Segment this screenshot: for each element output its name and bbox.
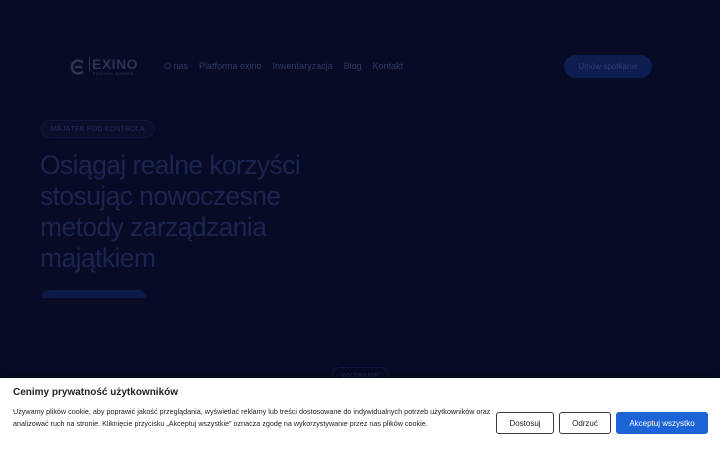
nav-item-o-nas[interactable]: O nas xyxy=(164,61,188,71)
nav-item-platforma[interactable]: Platforma exino xyxy=(199,61,262,71)
hero-button[interactable] xyxy=(41,290,147,298)
main-nav: O nas Platforma exino Inwentaryzacja Blo… xyxy=(164,61,414,71)
cookie-consent-banner: Cenimy prywatność użytkowników Używamy p… xyxy=(0,378,720,450)
nav-item-inwentaryzacja[interactable]: Inwentaryzacja xyxy=(273,61,333,71)
customize-button[interactable]: Dostosuj xyxy=(496,412,554,434)
cookie-banner-text: Używamy plików cookie, aby poprawić jako… xyxy=(13,407,491,428)
exino-logo-icon xyxy=(70,59,84,75)
logo-name: EXINO xyxy=(89,57,138,72)
cookie-banner-title: Cenimy prywatność użytkowników xyxy=(13,387,179,398)
hero-badge: MAJĄTEK POD KONTROLĄ xyxy=(41,120,155,138)
logo-tagline: business systems xyxy=(93,71,134,77)
accept-all-button[interactable]: Akceptuj wszystko xyxy=(616,412,708,434)
hero-title: Osiągaj realne korzyści stosując nowocze… xyxy=(40,150,301,273)
book-meeting-button[interactable]: Umów spotkanie xyxy=(564,55,652,78)
reject-button[interactable]: Odrzuć xyxy=(559,412,611,434)
nav-item-kontakt[interactable]: Kontakt xyxy=(373,61,404,71)
nav-item-blog[interactable]: Blog xyxy=(344,61,362,71)
exino-logo[interactable]: EXINO business systems xyxy=(70,57,138,77)
